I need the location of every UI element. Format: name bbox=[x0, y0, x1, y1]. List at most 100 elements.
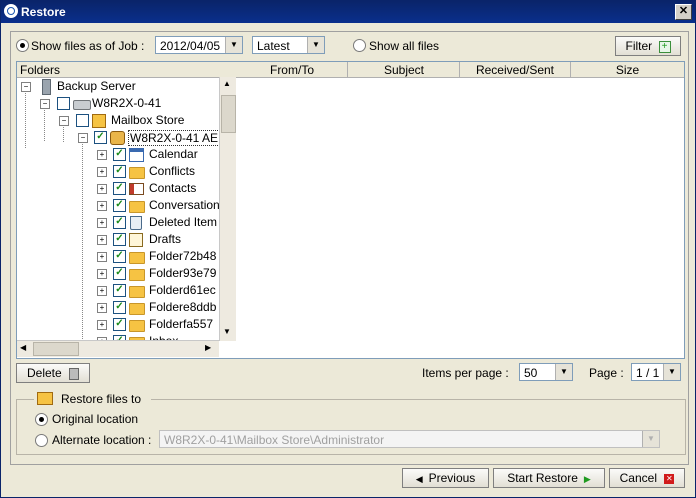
tree-node-folder[interactable]: + ✓ Folder93e79 bbox=[17, 265, 219, 282]
alternate-location-radio[interactable] bbox=[35, 434, 48, 447]
checkbox[interactable]: ✓ bbox=[113, 182, 126, 195]
job-date-select[interactable]: 2012/04/05 ▼ bbox=[155, 36, 243, 54]
checkbox[interactable] bbox=[76, 114, 89, 127]
expand-icon[interactable]: + bbox=[97, 201, 107, 211]
expand-icon[interactable]: + bbox=[97, 150, 107, 160]
tree-node-conversation[interactable]: + ✓ Conversation bbox=[17, 197, 220, 214]
checkbox[interactable]: ✓ bbox=[113, 148, 126, 161]
title-bar[interactable]: Restore ✕ bbox=[1, 1, 695, 23]
tree-node-label: Deleted Item bbox=[149, 215, 218, 229]
scroll-thumb[interactable] bbox=[221, 95, 236, 133]
checkbox[interactable]: ✓ bbox=[113, 250, 126, 263]
show-as-of-job-radio[interactable] bbox=[16, 39, 29, 52]
tree-node-conflicts[interactable]: + ✓ Conflicts bbox=[17, 163, 219, 180]
tree-node-drafts[interactable]: + ✓ Drafts bbox=[17, 231, 219, 248]
previous-arrow-icon: ◀ bbox=[415, 474, 423, 484]
tree-node-label: Folderd61ec bbox=[149, 283, 216, 297]
collapse-icon[interactable]: − bbox=[78, 133, 88, 143]
checkbox[interactable] bbox=[57, 97, 70, 110]
tree-node-contacts[interactable]: + ✓ Contacts bbox=[17, 180, 219, 197]
cancel-button-label: Cancel bbox=[619, 471, 657, 485]
cancel-button[interactable]: Cancel ✕ bbox=[609, 468, 685, 488]
folder-icon bbox=[129, 286, 145, 298]
tree-node-label: Folder93e79 bbox=[149, 266, 217, 280]
delete-button[interactable]: Delete bbox=[16, 363, 90, 383]
column-header-subject[interactable]: Subject bbox=[348, 63, 460, 77]
scroll-left-icon[interactable]: ◀ bbox=[20, 343, 26, 352]
previous-button[interactable]: ◀ Previous bbox=[402, 468, 489, 488]
items-per-page-label: Items per page : bbox=[422, 366, 509, 380]
tree-node-mailbox-store[interactable]: − Mailbox Store bbox=[17, 112, 217, 129]
checkbox[interactable]: ✓ bbox=[113, 165, 126, 178]
filter-button[interactable]: Filter + bbox=[615, 36, 681, 56]
tree-node-folder[interactable]: + ✓ Folderd61ec bbox=[17, 282, 219, 299]
checkbox[interactable]: ✓ bbox=[113, 267, 126, 280]
checkbox[interactable]: ✓ bbox=[113, 318, 126, 331]
start-restore-button[interactable]: Start Restore ▶ bbox=[493, 468, 605, 488]
column-header-from-to[interactable]: From/To bbox=[237, 63, 347, 77]
expand-icon[interactable]: + bbox=[97, 303, 107, 313]
drafts-icon bbox=[129, 233, 143, 247]
tree-node-folder[interactable]: + ✓ Folder72b48 bbox=[17, 248, 219, 265]
items-per-page-value: 50 bbox=[524, 366, 538, 380]
checkbox[interactable]: ✓ bbox=[113, 233, 126, 246]
plus-icon: + bbox=[658, 40, 671, 53]
checkbox[interactable]: ✓ bbox=[113, 301, 126, 314]
expand-icon[interactable]: + bbox=[97, 252, 107, 262]
restore-files-to-label: Restore files to bbox=[61, 392, 142, 406]
open-folder-icon bbox=[37, 392, 53, 405]
page-select[interactable]: 1 / 1 ▼ bbox=[631, 363, 681, 381]
collapse-icon[interactable]: − bbox=[40, 99, 50, 109]
folder-icon bbox=[129, 269, 145, 281]
folders-header: Folders bbox=[17, 62, 238, 78]
items-per-page-select[interactable]: 50 ▼ bbox=[519, 363, 573, 381]
alternate-location-input[interactable]: W8R2X-0-41\Mailbox Store\Administrator ▼ bbox=[159, 430, 660, 448]
tree-node-w8r2x[interactable]: − W8R2X-0-41 bbox=[17, 95, 217, 112]
scroll-thumb[interactable] bbox=[33, 342, 79, 356]
checkbox[interactable]: ✓ bbox=[113, 199, 126, 212]
job-date-value: 2012/04/05 bbox=[160, 39, 221, 53]
trash-icon bbox=[130, 216, 142, 230]
tree-node-deleted-items[interactable]: + ✓ Deleted Item bbox=[17, 214, 219, 231]
tree-node-backup-server[interactable]: − Backup Server bbox=[17, 78, 217, 95]
tree-node-mailbox-user[interactable]: − ✓ W8R2X-0-41 AE bbox=[17, 129, 221, 146]
checkbox[interactable]: ✓ bbox=[113, 216, 126, 229]
folder-tree[interactable]: Folders − Backup Server − W8R2X-0-41 − M… bbox=[16, 61, 239, 359]
file-table[interactable]: From/To Subject Received/Sent Size bbox=[237, 61, 685, 359]
checkbox[interactable]: ✓ bbox=[113, 284, 126, 297]
column-header-received-sent[interactable]: Received/Sent bbox=[460, 63, 570, 77]
server-icon bbox=[42, 79, 51, 95]
tree-horizontal-scrollbar[interactable]: ◀ ▶ bbox=[17, 340, 219, 357]
scroll-down-icon[interactable]: ▼ bbox=[223, 327, 231, 336]
window-title: Restore bbox=[21, 5, 66, 19]
original-location-radio[interactable] bbox=[35, 413, 48, 426]
job-version-select[interactable]: Latest ▼ bbox=[252, 36, 325, 54]
expand-icon[interactable]: + bbox=[97, 235, 107, 245]
scroll-up-icon[interactable]: ▲ bbox=[223, 79, 231, 88]
scroll-right-icon[interactable]: ▶ bbox=[205, 343, 211, 352]
folder-icon bbox=[129, 201, 145, 213]
tree-node-label: W8R2X-0-41 bbox=[92, 96, 162, 110]
expand-icon[interactable]: + bbox=[97, 269, 107, 279]
tree-vertical-scrollbar[interactable]: ▲ ▼ bbox=[219, 77, 236, 341]
tree-node-calendar[interactable]: + ✓ Calendar bbox=[17, 146, 219, 163]
collapse-icon[interactable]: − bbox=[59, 116, 69, 126]
collapse-icon[interactable]: − bbox=[21, 82, 31, 92]
close-window-button[interactable]: ✕ bbox=[675, 4, 692, 20]
expand-icon[interactable]: + bbox=[97, 167, 107, 177]
folder-icon bbox=[129, 167, 145, 179]
checkbox[interactable]: ✓ bbox=[94, 131, 107, 144]
show-all-files-radio[interactable] bbox=[353, 39, 366, 52]
expand-icon[interactable]: + bbox=[97, 218, 107, 228]
tree-node-folder[interactable]: + ✓ Foldere8ddb bbox=[17, 299, 219, 316]
folder-icon bbox=[129, 320, 145, 332]
tree-node-label: Foldere8ddb bbox=[149, 300, 217, 314]
expand-icon[interactable]: + bbox=[97, 184, 107, 194]
tree-node-label: Conflicts bbox=[149, 164, 196, 178]
column-header-size[interactable]: Size bbox=[571, 63, 684, 77]
expand-icon[interactable]: + bbox=[97, 320, 107, 330]
tree-node-folder[interactable]: + ✓ Folderfa557 bbox=[17, 316, 219, 333]
expand-icon[interactable]: + bbox=[97, 286, 107, 296]
tree-node-label: Calendar bbox=[149, 147, 198, 161]
start-restore-button-label: Start Restore bbox=[507, 471, 578, 485]
